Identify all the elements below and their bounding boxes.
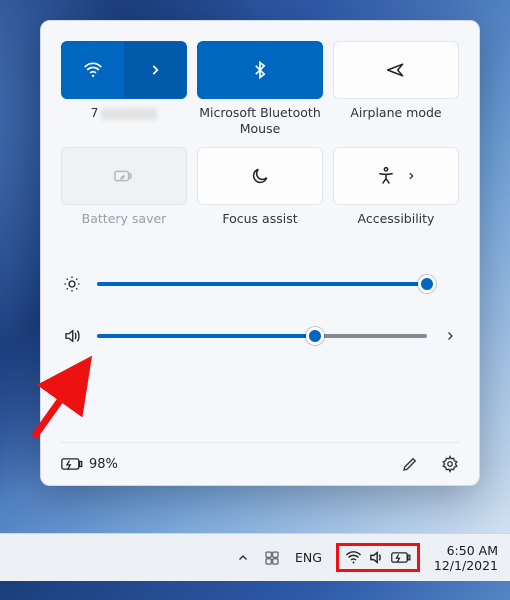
brightness-slider[interactable] xyxy=(61,275,459,293)
focus-assist-tile[interactable] xyxy=(197,147,323,205)
bluetooth-icon xyxy=(250,60,270,80)
bluetooth-label: Microsoft Bluetooth Mouse xyxy=(197,105,323,137)
battery-saver-label: Battery saver xyxy=(82,211,167,243)
chevron-right-icon xyxy=(406,171,416,181)
focus-assist-label: Focus assist xyxy=(222,211,297,243)
edit-button[interactable] xyxy=(401,455,419,473)
quick-settings-panel: 7 Microsoft Bluetooth Mouse Airplane mod… xyxy=(40,20,480,486)
tray-wifi-icon xyxy=(345,549,362,566)
language-indicator[interactable]: ENG xyxy=(295,550,322,565)
tray-volume-icon xyxy=(368,549,385,566)
taskbar-time: 6:50 AM xyxy=(434,543,498,558)
bluetooth-tile[interactable] xyxy=(197,41,323,99)
chevron-right-icon xyxy=(148,63,162,77)
volume-expand[interactable] xyxy=(441,330,459,342)
battery-saver-tile xyxy=(61,147,187,205)
airplane-icon xyxy=(386,60,406,80)
tray-overflow-chevron[interactable] xyxy=(237,552,249,564)
airplane-label: Airplane mode xyxy=(350,105,441,137)
moon-icon xyxy=(250,166,270,186)
airplane-tile[interactable] xyxy=(333,41,459,99)
settings-button[interactable] xyxy=(441,455,459,473)
taskbar-date: 12/1/2021 xyxy=(434,558,498,573)
volume-slider[interactable] xyxy=(61,327,459,345)
battery-percent: 98% xyxy=(89,457,118,472)
taskbar-clock[interactable]: 6:50 AM 12/1/2021 xyxy=(434,543,498,573)
wifi-icon xyxy=(83,60,103,80)
brightness-icon xyxy=(61,275,83,293)
battery-leaf-icon xyxy=(113,166,135,186)
taskbar: ENG 6:50 AM 12/1/2021 xyxy=(0,533,510,581)
teams-icon[interactable] xyxy=(263,549,281,567)
system-tray-highlighted[interactable] xyxy=(336,543,420,572)
battery-charging-icon xyxy=(61,457,83,471)
wifi-label: 7 xyxy=(91,105,158,137)
wifi-tile[interactable] xyxy=(61,41,187,99)
accessibility-label: Accessibility xyxy=(358,211,435,243)
tray-battery-icon xyxy=(391,551,411,564)
wifi-toggle[interactable] xyxy=(62,42,124,98)
accessibility-icon xyxy=(376,166,396,186)
accessibility-tile[interactable] xyxy=(333,147,459,205)
wifi-expand[interactable] xyxy=(124,42,186,98)
volume-icon xyxy=(61,327,83,345)
battery-status[interactable]: 98% xyxy=(61,457,118,472)
